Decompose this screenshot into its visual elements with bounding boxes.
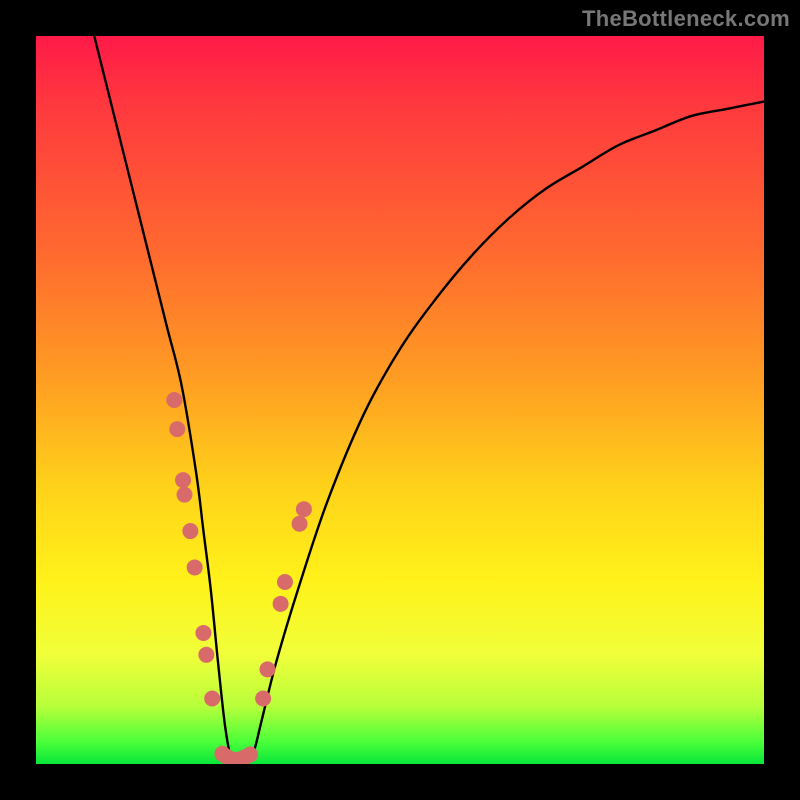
bottleneck-curve [94, 36, 764, 764]
highlight-point [277, 574, 293, 590]
highlight-point [204, 690, 220, 706]
chart-frame: TheBottleneck.com [0, 0, 800, 800]
highlight-point [175, 472, 191, 488]
highlight-point [169, 421, 185, 437]
highlight-point [292, 516, 308, 532]
highlight-point [187, 559, 203, 575]
highlight-point [260, 661, 276, 677]
highlight-point [273, 596, 289, 612]
highlight-point [166, 392, 182, 408]
highlight-point [198, 647, 214, 663]
highlight-point [255, 690, 271, 706]
chart-overlay [36, 36, 764, 764]
highlight-point [182, 523, 198, 539]
highlight-point [242, 747, 258, 763]
highlight-points [166, 392, 312, 764]
plot-area [36, 36, 764, 764]
highlight-point [296, 501, 312, 517]
highlight-point [177, 487, 193, 503]
highlight-point [195, 625, 211, 641]
watermark-text: TheBottleneck.com [582, 6, 790, 32]
